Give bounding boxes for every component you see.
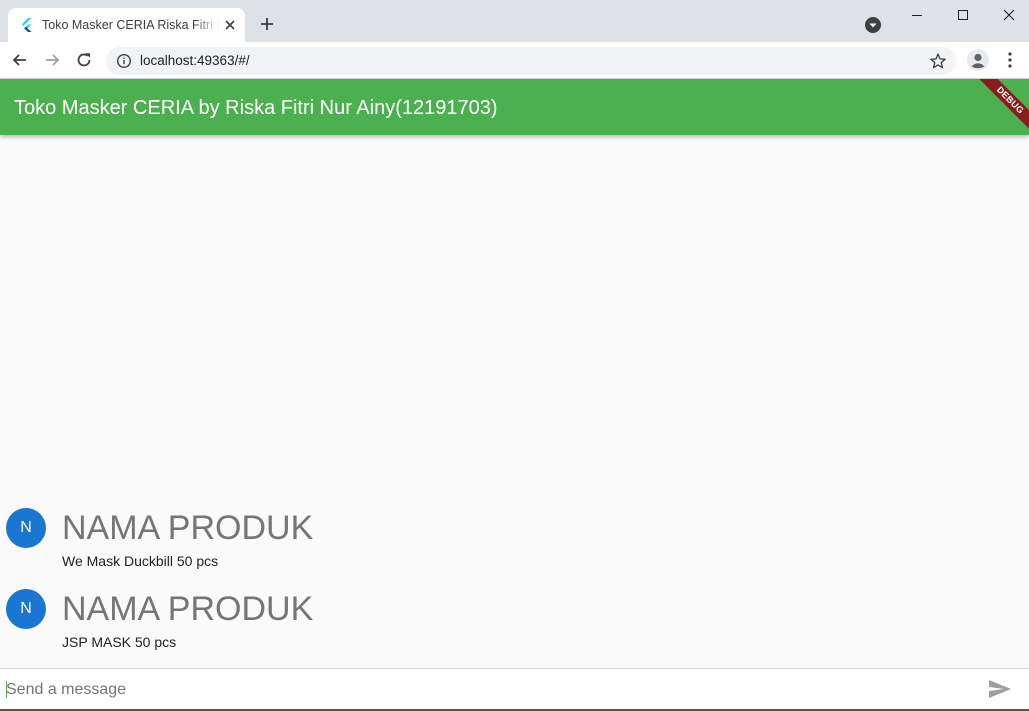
browser-tab-strip: Toko Masker CERIA Riska Fitri Nur Ainy [0, 0, 1029, 42]
message-title: NAMA PRODUK [62, 590, 314, 628]
address-bar[interactable]: localhost:49363/#/ [106, 47, 956, 75]
more-vert-icon[interactable] [1002, 50, 1018, 70]
minimize-icon [912, 15, 922, 16]
chevron-down-icon[interactable] [864, 16, 882, 34]
send-icon[interactable] [987, 677, 1013, 701]
star-icon[interactable] [929, 52, 947, 70]
arrow-forward-icon[interactable] [42, 50, 62, 70]
info-icon[interactable] [116, 53, 132, 69]
browser-toolbar: localhost:49363/#/ [0, 42, 1029, 78]
arrow-back-icon[interactable] [10, 50, 30, 70]
maximize-icon [958, 10, 968, 20]
url-text[interactable]: localhost:49363/#/ [140, 53, 250, 69]
account-icon[interactable] [966, 48, 990, 72]
browser-tab[interactable]: Toko Masker CERIA Riska Fitri Nur Ainy [8, 8, 245, 42]
message-body: We Mask Duckbill 50 pcs [62, 553, 219, 569]
list-item: N NAMA PRODUK JSP MASK 50 pcs [0, 586, 1029, 661]
close-icon [1003, 9, 1015, 21]
tab-title: Toko Masker CERIA Riska Fitri Nur Ainy [42, 18, 220, 32]
app-title: Toko Masker CERIA by Riska Fitri Nur Ain… [14, 97, 498, 119]
message-body: JSP MASK 50 pcs [62, 634, 177, 650]
message-title: NAMA PRODUK [62, 509, 314, 547]
window-close-button[interactable] [986, 0, 1029, 30]
list-item: N NAMA PRODUK We Mask Duckbill 50 pcs [0, 505, 1029, 580]
debug-ribbon: DEBUG [962, 79, 1029, 135]
flutter-icon [21, 18, 32, 32]
avatar: N [6, 589, 46, 629]
minimize-button[interactable] [894, 0, 940, 30]
maximize-button[interactable] [940, 0, 986, 30]
plus-icon[interactable] [258, 15, 276, 33]
avatar: N [6, 508, 46, 548]
message-input[interactable] [6, 679, 966, 701]
close-icon[interactable] [222, 17, 238, 33]
app-bar: Toko Masker CERIA by Riska Fitri Nur Ain… [0, 79, 1029, 135]
text-caret [6, 681, 7, 698]
reload-icon[interactable] [74, 50, 94, 70]
message-composer [0, 669, 1029, 709]
